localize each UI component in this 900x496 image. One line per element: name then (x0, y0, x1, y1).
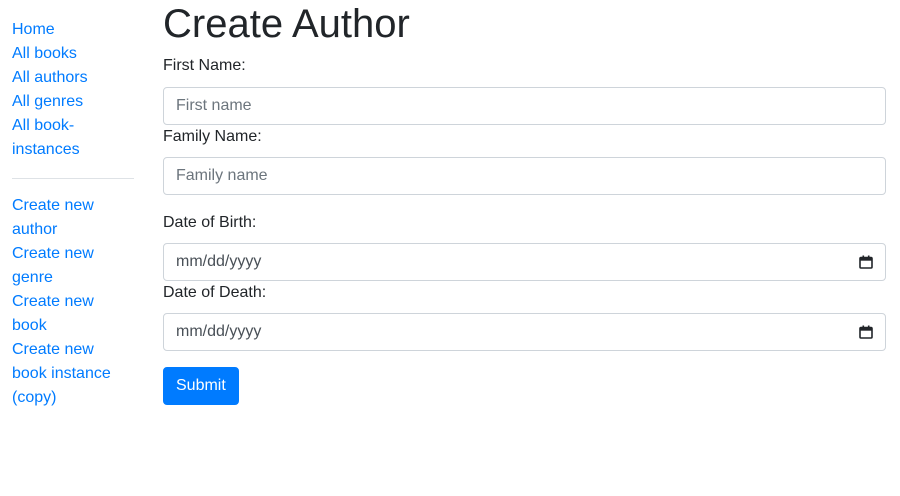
page-title: Create Author (163, 2, 410, 46)
nav-link-all-authors[interactable]: All authors (12, 66, 88, 90)
submit-button[interactable]: Submit (163, 367, 239, 405)
family-name-label: Family Name: (163, 128, 262, 145)
nav-link-all-genres[interactable]: All genres (12, 90, 83, 114)
create-book-link[interactable]: Create new (12, 290, 94, 314)
first-name-label: First Name: (163, 57, 246, 74)
create-author-link-line2[interactable]: author (12, 218, 57, 242)
create-list: Create new author Create new genre Creat… (12, 194, 134, 410)
main-content: Create Author First Name: Family Name: D… (163, 0, 886, 405)
create-item-bookinstance: Create new book instance (copy) (12, 338, 134, 410)
date-of-birth-group: Date of Birth: mm/dd/yyyy (163, 211, 886, 281)
date-of-death-input[interactable]: mm/dd/yyyy (163, 313, 886, 351)
sidebar-divider (12, 178, 134, 179)
first-name-input[interactable] (163, 87, 886, 125)
family-name-input[interactable] (163, 157, 886, 195)
date-of-death-group: Date of Death: mm/dd/yyyy (163, 281, 886, 351)
create-author-form: First Name: Family Name: Date of Birth: … (163, 54, 886, 405)
create-genre-link[interactable]: Create new (12, 242, 94, 266)
date-of-birth-label: Date of Birth: (163, 214, 257, 231)
nav-link-all-bookinstances[interactable]: All book- (12, 114, 74, 138)
family-name-group: Family Name: (163, 125, 886, 195)
create-bookinstance-link[interactable]: Create new (12, 338, 94, 362)
date-of-death-label: Date of Death: (163, 284, 267, 301)
first-name-group: First Name: (163, 54, 886, 125)
create-bookinstance-link-line2[interactable]: book instance (12, 362, 111, 386)
date-of-birth-input[interactable]: mm/dd/yyyy (163, 243, 886, 281)
nav-item-all-authors: All authors (12, 66, 134, 90)
date-of-death-value: mm/dd/yyyy (176, 323, 262, 340)
create-bookinstance-link-line3[interactable]: (copy) (12, 386, 56, 410)
nav-link-all-books[interactable]: All books (12, 42, 77, 66)
calendar-icon[interactable] (859, 325, 873, 339)
date-of-birth-value: mm/dd/yyyy (176, 253, 262, 270)
nav-item-all-books: All books (12, 42, 134, 66)
submit-row: Submit (163, 367, 886, 405)
nav-link-all-bookinstances-line2[interactable]: instances (12, 138, 80, 162)
sidebar: Home All books All authors All genres Al… (12, 18, 134, 410)
create-item-author: Create new author (12, 194, 134, 242)
create-author-link[interactable]: Create new (12, 194, 94, 218)
nav-list: Home All books All authors All genres Al… (12, 18, 134, 162)
create-item-genre: Create new genre (12, 242, 134, 290)
create-genre-link-line2[interactable]: genre (12, 266, 53, 290)
nav-item-home: Home (12, 18, 134, 42)
calendar-icon[interactable] (859, 255, 873, 269)
create-item-book: Create new book (12, 290, 134, 338)
nav-item-all-genres: All genres (12, 90, 134, 114)
create-book-link-line2[interactable]: book (12, 314, 47, 338)
nav-link-home[interactable]: Home (12, 18, 55, 42)
nav-item-all-bookinstances: All book- instances (12, 114, 134, 162)
